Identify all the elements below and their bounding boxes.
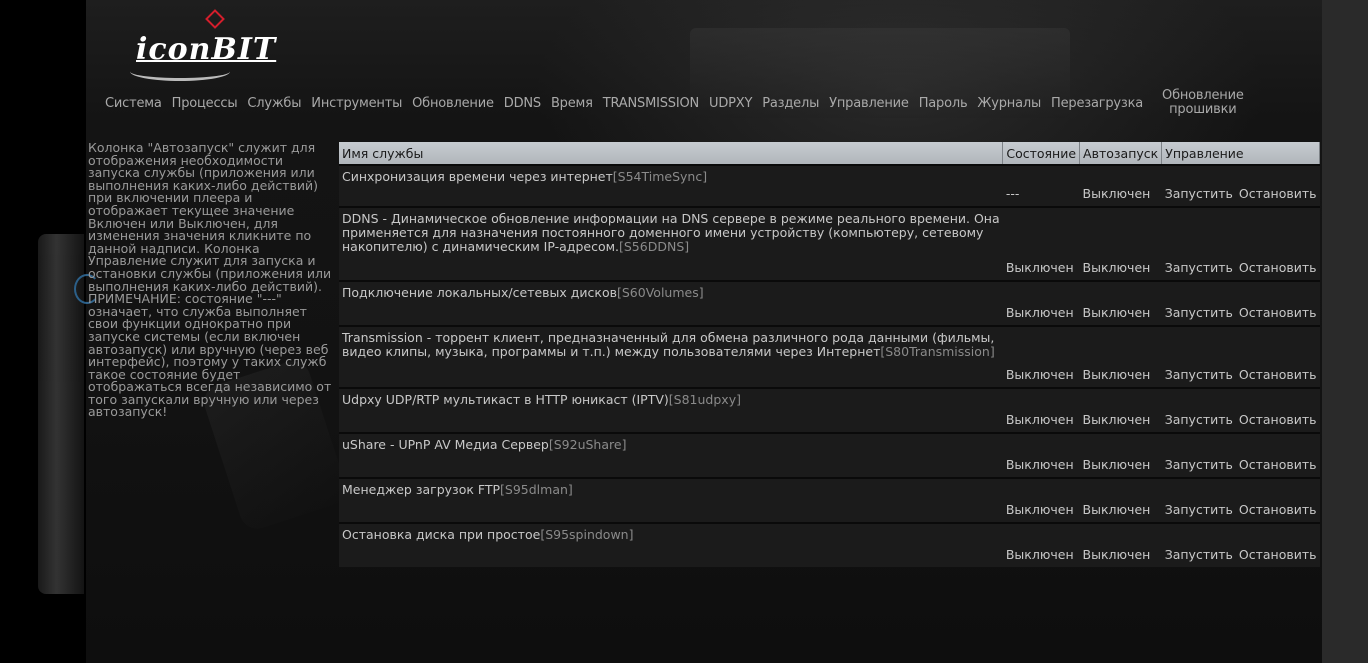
autostart-toggle[interactable]: Выключен (1079, 522, 1162, 567)
table-row: Синхронизация времени через интернет[S54… (339, 164, 1320, 207)
page-background: iconBIT Система Процессы Службы Инструме… (0, 0, 1368, 663)
stop-link[interactable]: Остановить (1235, 325, 1320, 388)
logo-diamond-icon (205, 9, 225, 29)
right-margin (1322, 0, 1368, 663)
autostart-toggle[interactable]: Выключен (1079, 280, 1162, 326)
service-state: Выключен (1002, 206, 1080, 281)
table-row: Udpxy UDP/RTP мультикаст в HTTP юникаст … (339, 387, 1320, 433)
service-name-cell: Синхронизация времени через интернет[S54… (339, 164, 1003, 207)
service-name: Синхронизация времени через интернет (342, 169, 613, 184)
service-state: Выключен (1002, 432, 1080, 478)
stop-link[interactable]: Остановить (1235, 164, 1320, 207)
service-name: Подключение локальных/сетевых дисков (342, 285, 617, 300)
service-state: Выключен (1002, 522, 1080, 567)
autostart-toggle[interactable]: Выключен (1079, 325, 1162, 388)
start-link[interactable]: Запустить (1161, 522, 1236, 567)
nav-item-logs[interactable]: Журналы (972, 96, 1046, 111)
nav-item-password[interactable]: Пароль (914, 96, 973, 111)
header-control: Управление (1161, 142, 1320, 165)
service-name-cell: Transmission - торрент клиент, предназна… (339, 325, 1003, 388)
nav-item-system[interactable]: Система (100, 96, 167, 111)
player-device-image (38, 234, 100, 594)
start-link[interactable]: Запустить (1161, 280, 1236, 326)
service-id: [S92uShare] (548, 437, 627, 452)
service-id: [S56DDNS] (619, 239, 690, 254)
autostart-toggle[interactable]: Выключен (1079, 164, 1162, 207)
table-row: Менеджер загрузок FTP[S95dlman] Выключен… (339, 477, 1320, 523)
table-row: Подключение локальных/сетевых дисков[S60… (339, 280, 1320, 326)
main-nav: Система Процессы Службы Инструменты Обно… (100, 86, 1322, 120)
help-note: Колонка "Автозапуск" служит для отображе… (88, 140, 332, 420)
logo-swoosh-icon (130, 62, 230, 81)
stop-link[interactable]: Остановить (1235, 522, 1320, 567)
stop-link[interactable]: Остановить (1235, 280, 1320, 326)
service-state: Выключен (1002, 280, 1080, 326)
service-state: Выключен (1002, 325, 1080, 388)
nav-item-firmware-update[interactable]: Обновление прошивки (1148, 89, 1249, 117)
autostart-toggle[interactable]: Выключен (1079, 387, 1162, 433)
service-name: Udpxy UDP/RTP мультикаст в HTTP юникаст … (342, 392, 669, 407)
service-name: uShare - UPnP AV Медиа Сервер (342, 437, 549, 452)
service-name-cell: DDNS - Динамическое обновление информаци… (339, 206, 1003, 281)
header-autostart: Автозапуск (1079, 142, 1163, 165)
table-row: Остановка диска при простое[S95spindown]… (339, 522, 1320, 567)
table-header-row: Имя службы Состояние Автозапуск Управлен… (339, 142, 1320, 165)
nav-item-reboot[interactable]: Перезагрузка (1046, 96, 1148, 111)
nav-item-time[interactable]: Время (546, 96, 598, 111)
start-link[interactable]: Запустить (1161, 325, 1236, 388)
service-name-cell: uShare - UPnP AV Медиа Сервер[S92uShare] (339, 432, 1003, 478)
nav-firmware-line2: прошивки (1169, 102, 1237, 117)
autostart-toggle[interactable]: Выключен (1079, 206, 1162, 281)
start-link[interactable]: Запустить (1161, 206, 1236, 281)
autostart-toggle[interactable]: Выключен (1079, 477, 1162, 523)
table-row: DDNS - Динамическое обновление информаци… (339, 206, 1320, 281)
table-row: Transmission - торрент клиент, предназна… (339, 325, 1320, 388)
services-table: Имя службы Состояние Автозапуск Управлен… (339, 142, 1320, 567)
nav-item-services[interactable]: Службы (242, 96, 306, 111)
autostart-toggle[interactable]: Выключен (1079, 432, 1162, 478)
nav-item-partitions[interactable]: Разделы (757, 96, 824, 111)
service-id: [S95spindown] (540, 527, 634, 542)
service-id: [S60Volumes] (617, 285, 704, 300)
stop-link[interactable]: Остановить (1235, 387, 1320, 433)
service-name-cell: Остановка диска при простое[S95spindown] (339, 522, 1003, 567)
start-link[interactable]: Запустить (1161, 477, 1236, 523)
table-row: uShare - UPnP AV Медиа Сервер[S92uShare]… (339, 432, 1320, 478)
stop-link[interactable]: Остановить (1235, 432, 1320, 478)
service-id: [S95dlman] (500, 482, 573, 497)
service-state: Выключен (1002, 387, 1080, 433)
service-id: [S81udpxy] (668, 392, 741, 407)
service-name-cell: Udpxy UDP/RTP мультикаст в HTTP юникаст … (339, 387, 1003, 433)
start-link[interactable]: Запустить (1161, 432, 1236, 478)
start-link[interactable]: Запустить (1161, 164, 1236, 207)
nav-item-ddns[interactable]: DDNS (499, 96, 546, 111)
service-name-cell: Подключение локальных/сетевых дисков[S60… (339, 280, 1003, 326)
nav-firmware-line1: Обновление (1162, 88, 1244, 103)
nav-item-management[interactable]: Управление (824, 96, 914, 111)
stop-link[interactable]: Остановить (1235, 206, 1320, 281)
service-state: Выключен (1002, 477, 1080, 523)
nav-item-processes[interactable]: Процессы (167, 96, 243, 111)
service-name-cell: Менеджер загрузок FTP[S95dlman] (339, 477, 1003, 523)
service-state: --- (1002, 164, 1080, 207)
logo: iconBIT (130, 9, 275, 81)
nav-item-update[interactable]: Обновление (407, 96, 499, 111)
nav-item-udpxy[interactable]: UDPXY (704, 96, 757, 111)
start-link[interactable]: Запустить (1161, 387, 1236, 433)
nav-item-tools[interactable]: Инструменты (306, 96, 407, 111)
service-name: Менеджер загрузок FTP (342, 482, 501, 497)
service-id: [S54TimeSync] (612, 169, 708, 184)
service-name: Остановка диска при простое (342, 527, 541, 542)
nav-item-transmission[interactable]: TRANSMISSION (598, 96, 704, 111)
header-service-name: Имя службы (339, 142, 1004, 165)
header-state: Состояние (1002, 142, 1081, 165)
stop-link[interactable]: Остановить (1235, 477, 1320, 523)
service-id: [S80Transmission] (880, 344, 995, 359)
